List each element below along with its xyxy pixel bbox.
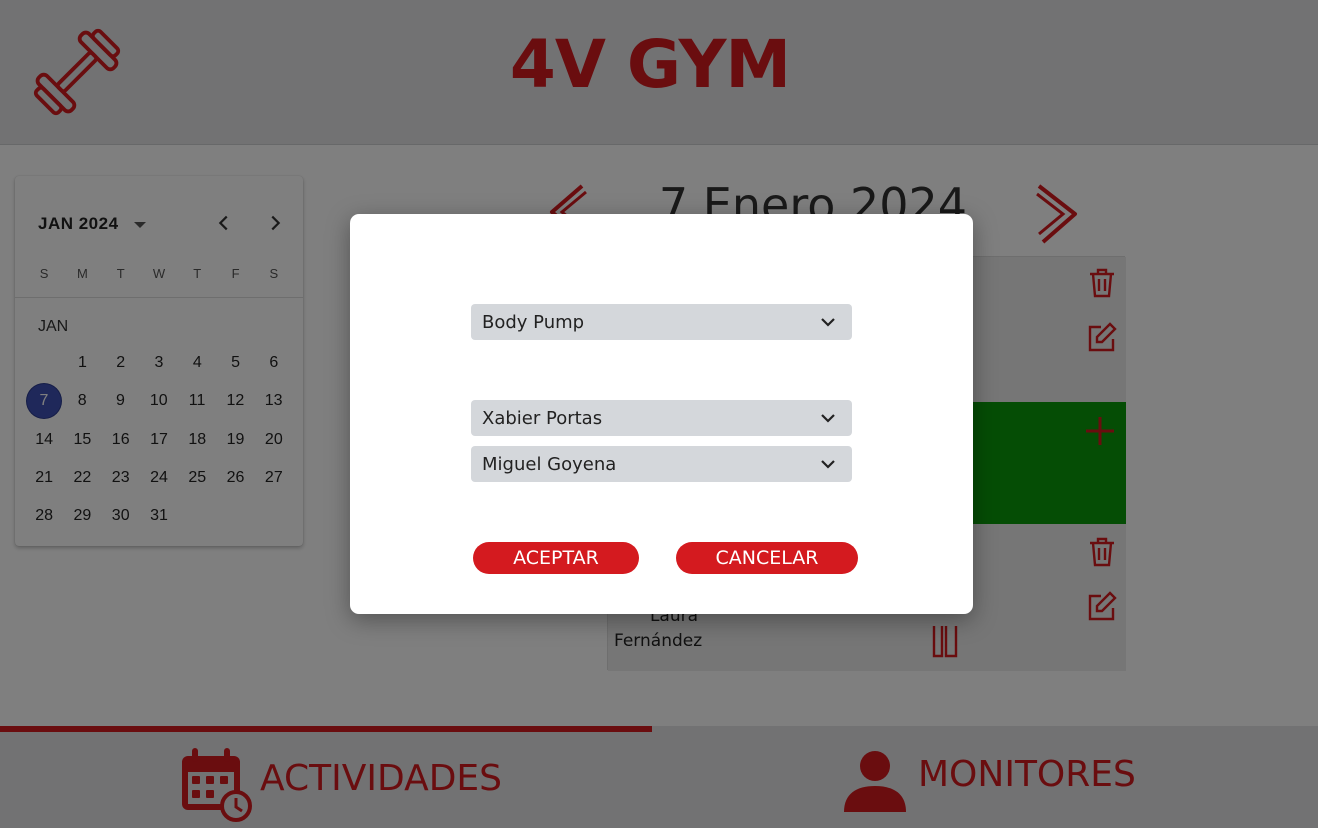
- monitor-select-2-value: Miguel Goyena: [482, 454, 617, 475]
- chevron-down-icon: [821, 414, 835, 423]
- monitor-select-1-value: Xabier Portas: [482, 408, 603, 429]
- monitor-select-1[interactable]: Xabier Portas: [471, 400, 852, 436]
- cancel-button[interactable]: CANCELAR: [676, 542, 858, 574]
- chevron-down-icon: [821, 318, 835, 327]
- assign-activity-dialog: Body Pump Xabier Portas Miguel Goyena AC…: [350, 214, 973, 614]
- activity-select[interactable]: Body Pump: [471, 304, 852, 340]
- monitor-select-2[interactable]: Miguel Goyena: [471, 446, 852, 482]
- activity-select-value: Body Pump: [482, 312, 585, 333]
- accept-button[interactable]: ACEPTAR: [473, 542, 639, 574]
- chevron-down-icon: [821, 460, 835, 469]
